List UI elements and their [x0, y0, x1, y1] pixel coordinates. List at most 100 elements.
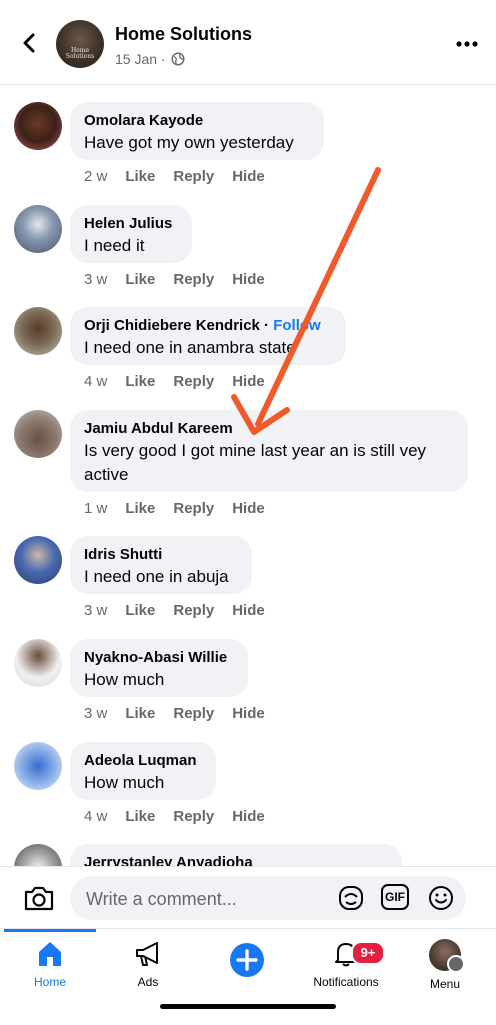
comment-author[interactable]: Jamiu Abdul Kareem: [84, 419, 454, 439]
gif-icon[interactable]: GIF: [381, 884, 409, 910]
comment-author[interactable]: Helen Julius: [84, 214, 178, 234]
comment-author[interactable]: Omolara Kayode: [84, 111, 310, 131]
comment-time: 1 w: [84, 500, 108, 517]
like-button[interactable]: Like: [125, 705, 155, 722]
hide-button[interactable]: Hide: [232, 705, 265, 722]
like-button[interactable]: Like: [125, 500, 155, 517]
hide-button[interactable]: Hide: [232, 808, 265, 825]
comment-actions: 3 w Like Reply Hide: [84, 271, 283, 288]
comment-text: I need one in abuja: [84, 567, 229, 586]
back-arrow-icon[interactable]: [14, 28, 44, 58]
page-logo-text: Home Solutions: [65, 47, 95, 60]
tab-notifications-label: Notifications: [313, 975, 379, 989]
reply-button[interactable]: Reply: [173, 373, 214, 390]
reply-button[interactable]: Reply: [173, 500, 214, 517]
comment-text-line-2: active: [84, 465, 129, 484]
plus-circle-icon: [230, 943, 264, 977]
comment-text: I need it: [84, 236, 145, 255]
megaphone-icon: [136, 942, 158, 966]
commenter-avatar[interactable]: [14, 536, 62, 584]
avatar-sticker-icon[interactable]: [336, 883, 366, 913]
comment-text: I need one in anambra state: [84, 338, 296, 357]
comment-actions: 2 w Like Reply Hide: [84, 168, 283, 185]
comment-text-line-1: Is very good I got mine last year an is …: [84, 441, 427, 460]
like-button[interactable]: Like: [125, 168, 155, 185]
page-title[interactable]: Home Solutions: [115, 24, 252, 45]
comment-actions: 1 w Like Reply Hide: [84, 500, 283, 517]
commenter-avatar[interactable]: [14, 102, 62, 150]
like-button[interactable]: Like: [125, 373, 155, 390]
tab-ads[interactable]: Ads: [99, 939, 197, 1003]
tab-home[interactable]: Home: [1, 939, 99, 1003]
comment-input[interactable]: [84, 876, 328, 922]
comment-bubble[interactable]: Helen Julius I need it: [70, 205, 192, 263]
comment-bubble[interactable]: Jamiu Abdul Kareem Is very good I got mi…: [70, 410, 468, 492]
comment-input-wrapper: GIF: [70, 876, 466, 922]
comment-author[interactable]: Nyakno-Abasi Willie: [84, 648, 234, 668]
comment-actions: 3 w Like Reply Hide: [84, 602, 283, 619]
active-tab-indicator: [4, 929, 96, 932]
comment-actions: 4 w Like Reply Hide: [84, 808, 283, 825]
tab-ads-label: Ads: [137, 975, 159, 989]
camera-icon[interactable]: [22, 883, 56, 913]
reply-button[interactable]: Reply: [173, 808, 214, 825]
follow-button[interactable]: Follow: [273, 317, 321, 334]
comment-time: 4 w: [84, 373, 108, 390]
tab-menu-label: Menu: [429, 977, 461, 991]
comment-author[interactable]: Idris Shutti: [84, 545, 238, 565]
globe-icon: [171, 52, 185, 66]
comment-composer: GIF: [0, 866, 496, 929]
emoji-icon[interactable]: [426, 883, 456, 913]
post-meta: 15 Jan ·: [115, 51, 185, 67]
reply-button[interactable]: Reply: [173, 271, 214, 288]
comment-time: 3 w: [84, 602, 108, 619]
tab-create[interactable]: [198, 939, 296, 1003]
menu-lines-icon: [447, 955, 465, 973]
home-icon: [39, 942, 61, 966]
comment-author-name[interactable]: Orji Chidiebere Kendrick: [84, 317, 260, 334]
hide-button[interactable]: Hide: [232, 602, 265, 619]
profile-menu-icon: [429, 939, 465, 973]
post-header: Home Solutions Home Solutions 15 Jan ·: [0, 0, 496, 85]
comment-author: Orji Chidiebere Kendrick · Follow: [84, 317, 321, 334]
bottom-tab-bar: Home Ads 9+ Notifications Menu: [0, 928, 496, 1025]
hide-button[interactable]: Hide: [232, 271, 265, 288]
comment-time: 3 w: [84, 705, 108, 722]
comment-bubble[interactable]: Idris Shutti I need one in abuja: [70, 536, 252, 594]
comment-time: 4 w: [84, 808, 108, 825]
comment-author[interactable]: Adeola Luqman: [84, 751, 202, 771]
commenter-avatar[interactable]: [14, 307, 62, 355]
comment-text: How much: [84, 670, 165, 689]
hide-button[interactable]: Hide: [232, 168, 265, 185]
reply-button[interactable]: Reply: [173, 168, 214, 185]
post-date: 15 Jan ·: [115, 51, 170, 67]
comment-bubble[interactable]: Nyakno-Abasi Willie How much: [70, 639, 248, 697]
home-indicator-bar: [160, 1004, 336, 1009]
hide-button[interactable]: Hide: [232, 373, 265, 390]
comment-actions: 4 w Like Reply Hide: [84, 373, 283, 390]
hide-button[interactable]: Hide: [232, 500, 265, 517]
page-avatar[interactable]: Home Solutions: [56, 20, 104, 68]
like-button[interactable]: Like: [125, 271, 155, 288]
commenter-avatar[interactable]: [14, 742, 62, 790]
comment-text: Have got my own yesterday: [84, 133, 294, 152]
commenter-avatar[interactable]: [14, 639, 62, 687]
comment-time: 2 w: [84, 168, 108, 185]
more-options-icon[interactable]: [452, 34, 482, 54]
commenter-avatar[interactable]: [14, 410, 62, 458]
tab-notifications[interactable]: 9+ Notifications: [297, 939, 395, 1003]
comment-time: 3 w: [84, 271, 108, 288]
notification-badge: 9+: [351, 941, 385, 965]
comment-bubble[interactable]: Adeola Luqman How much: [70, 742, 216, 800]
like-button[interactable]: Like: [125, 808, 155, 825]
comment-text: How much: [84, 773, 165, 792]
comment-actions: 3 w Like Reply Hide: [84, 705, 283, 722]
tab-menu[interactable]: Menu: [396, 939, 494, 1003]
comment-bubble[interactable]: Orji Chidiebere Kendrick · Follow I need…: [70, 307, 346, 365]
commenter-avatar[interactable]: [14, 205, 62, 253]
reply-button[interactable]: Reply: [173, 602, 214, 619]
comment-bubble[interactable]: Omolara Kayode Have got my own yesterday: [70, 102, 324, 160]
tab-home-label: Home: [33, 975, 66, 989]
reply-button[interactable]: Reply: [173, 705, 214, 722]
like-button[interactable]: Like: [125, 602, 155, 619]
